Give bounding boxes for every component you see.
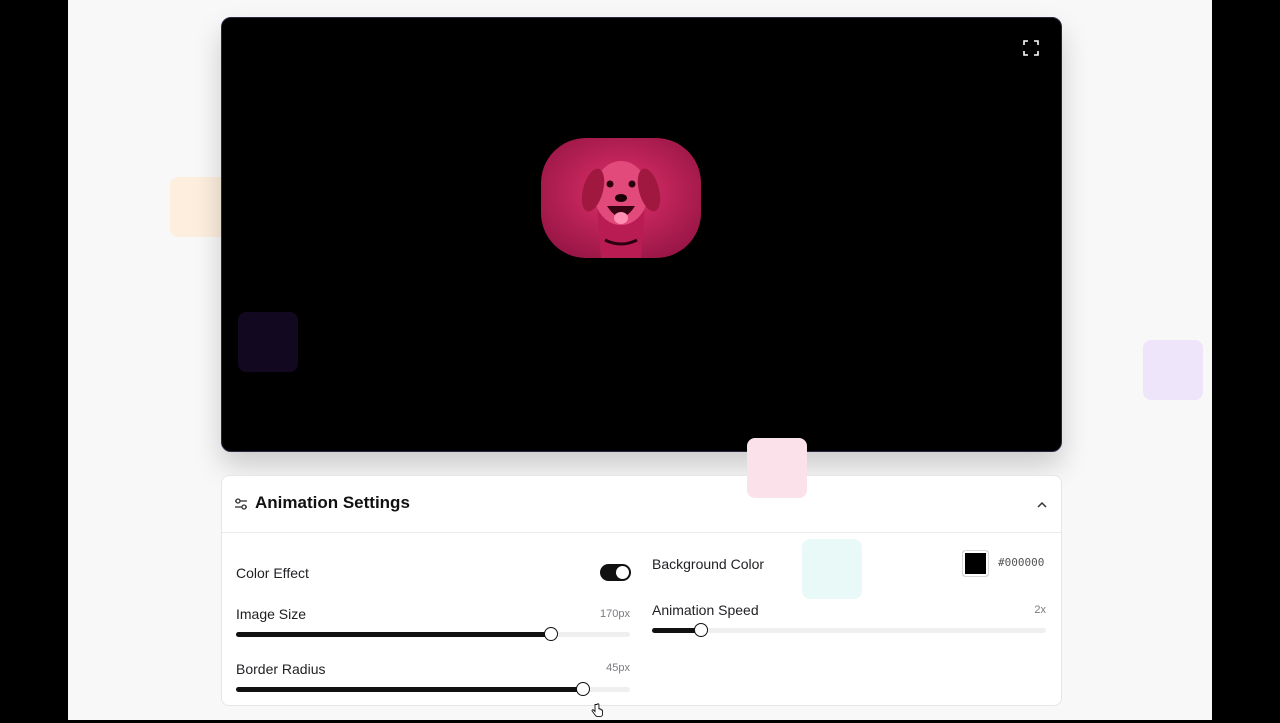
color-effect-toggle[interactable] <box>600 564 631 581</box>
background-color-label: Background Color <box>652 556 765 572</box>
decor-square-pink <box>747 438 807 498</box>
slider-fill <box>236 632 552 637</box>
animation-speed-slider[interactable] <box>652 623 1046 637</box>
slider-track <box>652 628 1046 633</box>
color-effect-label: Color Effect <box>236 565 309 581</box>
decor-square-indigo <box>238 312 298 372</box>
animation-settings-panel: Animation Settings Color Effect Image Si… <box>221 475 1062 706</box>
chevron-up-icon[interactable] <box>1035 498 1049 512</box>
image-size-value: 170px <box>600 608 630 620</box>
decor-square-lavender <box>1143 340 1203 400</box>
slider-fill <box>236 687 583 692</box>
animation-speed-value: 2x <box>1034 604 1046 616</box>
image-size-slider[interactable] <box>236 627 630 641</box>
fullscreen-icon[interactable] <box>1023 40 1039 56</box>
slider-thumb[interactable] <box>575 682 590 696</box>
sliders-icon <box>234 497 248 511</box>
settings-header[interactable]: Animation Settings <box>222 476 1061 533</box>
border-radius-value: 45px <box>606 662 630 674</box>
slider-thumb[interactable] <box>694 623 709 637</box>
settings-title: Animation Settings <box>255 493 410 512</box>
border-radius-slider[interactable] <box>236 682 630 696</box>
border-radius-label: Border Radius <box>236 661 326 677</box>
dog-image <box>541 138 701 258</box>
animation-preview <box>221 17 1062 452</box>
decor-square-cyan <box>802 539 862 599</box>
slider-thumb[interactable] <box>544 627 559 641</box>
hand-cursor-icon <box>591 703 604 723</box>
background-color-hex: #000000 <box>998 556 1045 569</box>
toggle-knob <box>616 566 629 579</box>
animation-speed-label: Animation Speed <box>652 602 759 618</box>
background-color-swatch[interactable] <box>962 550 989 577</box>
image-size-label: Image Size <box>236 606 307 622</box>
